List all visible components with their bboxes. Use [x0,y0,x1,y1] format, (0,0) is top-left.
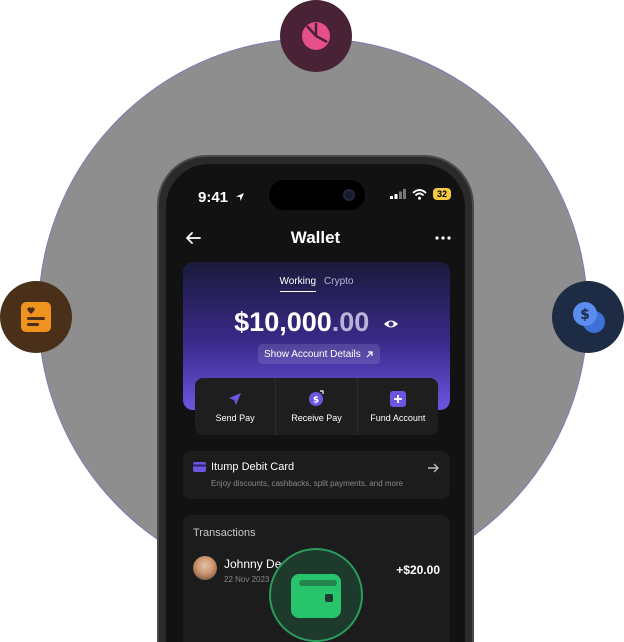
svg-text:$: $ [580,307,590,323]
phone-power-button [472,365,474,429]
front-camera [343,189,355,201]
coins-icon: $ [573,302,605,333]
dynamic-island [269,180,365,210]
location-arrow-icon [236,193,245,201]
debit-card-row[interactable]: Itump Debit Card Enjoy discounts, cashba… [183,451,450,499]
send-icon [229,392,242,405]
balance-main: $10,000 [234,307,332,337]
balance-decimal: .00 [331,307,370,337]
top-bar: Wallet [166,226,465,252]
avatar [193,556,217,580]
wallet-orbit [269,548,363,642]
receive-pay-button[interactable]: $ Receive Pay [275,378,356,435]
show-account-details-label: Show Account Details [264,348,361,360]
favorite-document-icon [21,302,51,332]
wifi-icon [412,188,427,200]
phone-volume-up [157,335,159,377]
balance-amount: $10,000.00 [183,307,450,338]
tab-working[interactable]: Working [279,276,317,292]
status-time: 9:41 [198,189,245,206]
send-pay-label: Send Pay [215,412,255,423]
pie-chart-orbit [280,0,352,72]
coins-orbit: $ [552,281,624,353]
debit-card-title: Itump Debit Card [211,461,295,473]
pie-chart-icon [302,22,330,50]
arrow-up-right-icon [366,350,373,357]
tab-crypto[interactable]: Crypto [324,276,353,292]
transaction-date: 22 Nov 2023 [224,575,270,584]
receive-coin-icon: $ [308,390,324,406]
send-pay-button[interactable]: Send Pay [195,378,275,435]
account-tabs: Working Crypto [183,276,450,292]
debit-card-subtitle: Enjoy discounts, cashbacks, split paymen… [211,479,404,488]
fund-account-button[interactable]: Fund Account [356,378,438,435]
svg-text:$: $ [313,396,319,406]
transactions-title: Transactions [193,527,256,539]
page-title: Wallet [290,228,341,247]
phone-volume-down [157,389,159,431]
status-icons: 32 [389,188,451,200]
fund-account-label: Fund Account [370,412,426,423]
eye-icon[interactable] [383,318,399,330]
plus-square-icon [389,390,406,407]
wallet-icon [291,574,341,618]
arrow-right-icon [428,463,439,473]
transaction-amount: +$20.00 [396,563,440,577]
quick-actions: Send Pay $ Receive Pay Fund Account [195,378,438,435]
receive-pay-label: Receive Pay [291,413,342,423]
phone-action-button [157,285,159,309]
show-account-details-button[interactable]: Show Account Details [258,344,380,364]
more-options-icon[interactable] [435,229,451,247]
card-icon [193,462,206,472]
battery-indicator: 32 [432,188,451,200]
signal-icon [389,189,406,199]
document-orbit [0,281,72,353]
